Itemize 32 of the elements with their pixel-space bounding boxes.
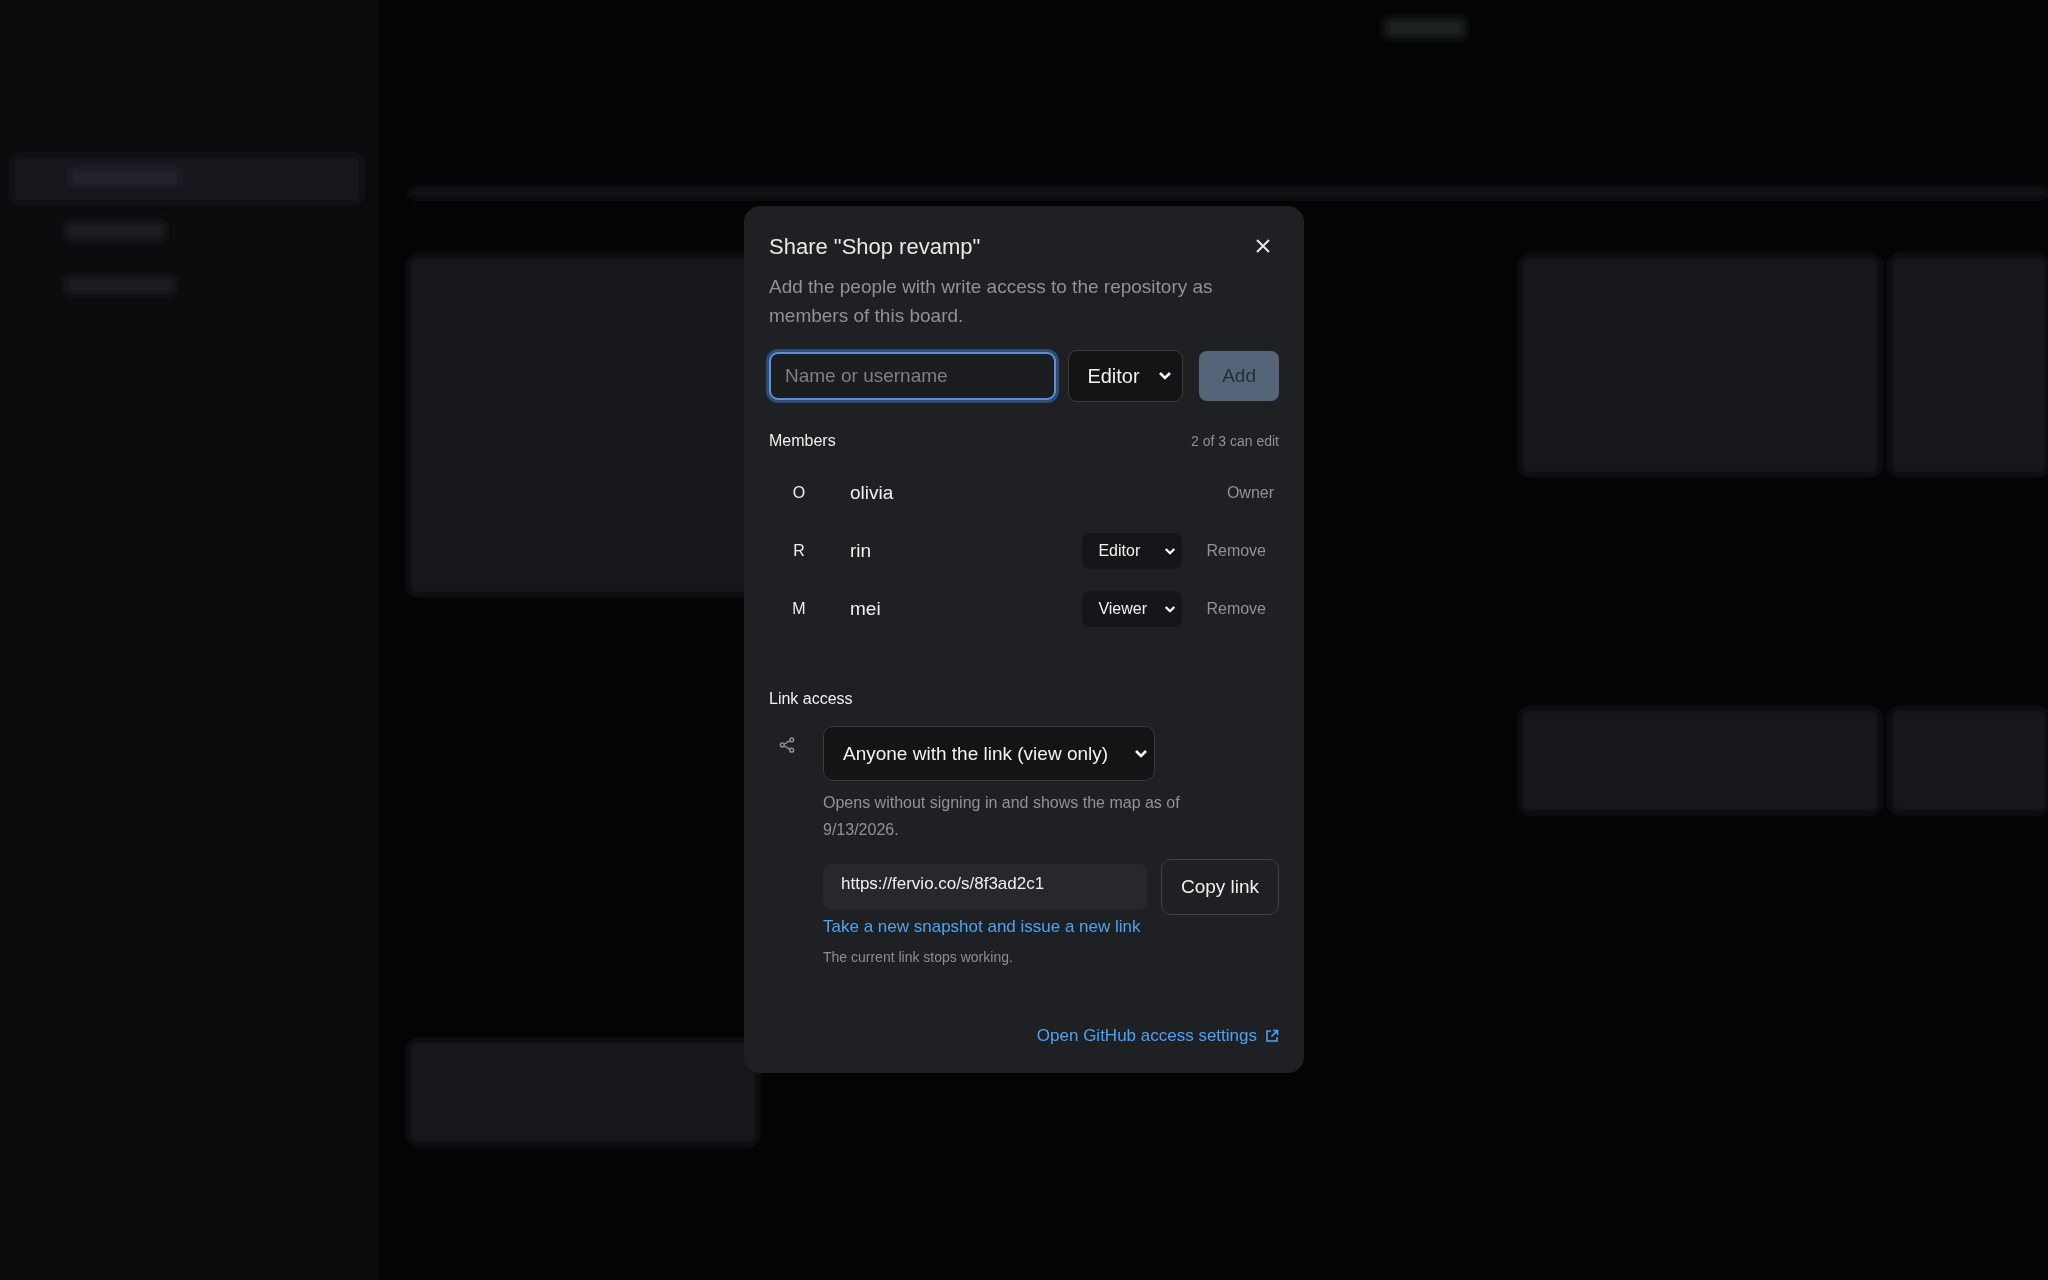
new-link-note: The current link stops working. — [823, 949, 1013, 965]
role-select[interactable]: Viewer — [1082, 591, 1183, 627]
github-settings-link[interactable]: Open GitHub access settings — [1036, 1026, 1257, 1046]
members-heading: Members — [769, 432, 836, 450]
close-icon[interactable] — [1255, 238, 1271, 254]
caret-icon — [1164, 546, 1177, 556]
avatar-initial: O — [791, 484, 807, 502]
owner-label: Owner — [1226, 484, 1274, 502]
share-icon — [779, 736, 796, 754]
caret-icon — [1158, 371, 1173, 381]
copy-link-button[interactable]: Copy link — [1161, 859, 1279, 915]
access-help-text: Opens without signing in and shows the map as of 9/13/2026. — [823, 793, 1181, 840]
dialog-title: Share "Shop revamp" — [769, 234, 981, 260]
role-select[interactable]: Editor — [1082, 533, 1183, 569]
caret-icon — [1164, 604, 1177, 614]
external-link-icon — [1265, 1029, 1279, 1043]
dialog-description: Add the people with write access to the repository as members of this board. — [769, 275, 1214, 328]
avatar-initial: M — [791, 600, 807, 618]
member-name: rin — [850, 540, 873, 562]
member-name: olivia — [850, 482, 895, 504]
remove-button[interactable]: Remove — [1206, 542, 1266, 560]
avatar-initial: R — [792, 542, 806, 560]
edit-count: 2 of 3 can edit — [1191, 433, 1279, 449]
access-select[interactable]: Anyone with the link (view only) — [823, 726, 1155, 781]
remove-button[interactable]: Remove — [1206, 600, 1266, 618]
share-url-field[interactable]: https://fervio.co/s/8f3ad2c1 — [823, 864, 1147, 910]
name-input[interactable]: Name or username — [769, 352, 1057, 400]
role-select[interactable]: Editor — [1068, 350, 1184, 402]
new-link-link[interactable]: Take a new snapshot and issue a new link — [823, 917, 1141, 937]
member-name: mei — [850, 598, 882, 620]
caret-icon — [1134, 748, 1148, 759]
link-access-heading: Link access — [769, 690, 854, 708]
